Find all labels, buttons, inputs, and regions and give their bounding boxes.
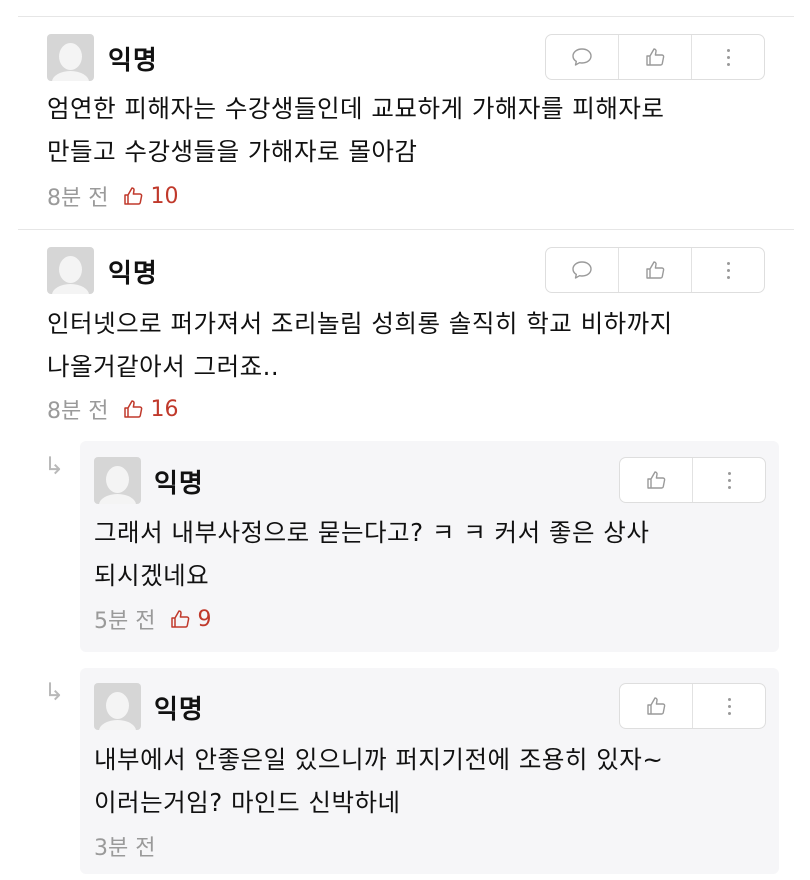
avatar[interactable]: [47, 247, 94, 294]
thumbs-up-icon: [647, 697, 666, 715]
more-button[interactable]: [691, 35, 764, 79]
comment: 익명 인터넷으로 퍼가져서 조리놀림 성희롱 솔직히 학교 비하까지 나올거같아…: [0, 230, 810, 435]
comment-icon: [572, 261, 592, 279]
comment-text-line: 되시겠네요: [94, 561, 210, 590]
like-count-value: 10: [150, 183, 179, 209]
like-button[interactable]: [618, 35, 691, 79]
comment-meta: 8분 전 16: [47, 393, 178, 425]
more-icon: [726, 48, 730, 66]
reply-button[interactable]: [546, 248, 618, 292]
like-button[interactable]: [620, 458, 692, 502]
reply-button[interactable]: [546, 35, 618, 79]
reply-arrow-icon: ↳: [44, 678, 65, 706]
thumbs-up-icon: [124, 400, 143, 418]
comment-author: 익명: [108, 46, 158, 76]
timestamp: 5분 전: [94, 609, 156, 634]
avatar[interactable]: [47, 34, 94, 81]
comment-meta: 5분 전 9: [94, 603, 211, 635]
comment-meta: 3분 전: [94, 830, 155, 862]
comment-text-line: 그래서 내부사정으로 묻는다고? ㅋ ㅋ 커서 좋은 상사: [94, 518, 650, 547]
thumbs-up-icon: [646, 48, 665, 66]
thumbs-up-icon: [646, 261, 665, 279]
more-icon: [727, 697, 731, 715]
comment-actions: [619, 457, 766, 503]
reply-comment: 익명 내부에서 안좋은일 있으니까 퍼지기전에 조용히 있자~ 이러는거임? 마…: [80, 668, 779, 874]
comment-text: 그래서 내부사정으로 묻는다고? ㅋ ㅋ 커서 좋은 상사 되시겠네요: [94, 511, 649, 597]
avatar[interactable]: [94, 457, 141, 504]
comment-text-line: 엄연한 피해자는 수강생들인데 교묘하게 가해자를 피해자로: [47, 94, 665, 123]
timestamp: 8분 전: [47, 399, 109, 424]
comment-text: 내부에서 안좋은일 있으니까 퍼지기전에 조용히 있자~ 이러는거임? 마인드 …: [94, 738, 663, 824]
comment: 익명 엄연한 피해자는 수강생들인데 교묘하게 가해자를 피해자로 만들고 수강…: [0, 0, 810, 228]
comment-author: 익명: [154, 695, 204, 725]
thumbs-up-icon: [124, 187, 143, 205]
like-count-value: 16: [150, 396, 179, 422]
comment-author: 익명: [108, 259, 158, 289]
comment-text: 인터넷으로 퍼가져서 조리놀림 성희롱 솔직히 학교 비하까지 나올거같아서 그…: [47, 302, 673, 388]
comment-actions: [619, 683, 766, 729]
like-count: 10: [122, 184, 178, 209]
like-button[interactable]: [618, 248, 691, 292]
comment-meta: 8분 전 10: [47, 180, 178, 212]
like-count: 16: [122, 397, 178, 422]
more-icon: [726, 261, 730, 279]
more-icon: [727, 471, 731, 489]
more-button[interactable]: [692, 458, 765, 502]
reply-comment: 익명 그래서 내부사정으로 묻는다고? ㅋ ㅋ 커서 좋은 상사 되시겠네요 5…: [80, 441, 779, 652]
more-button[interactable]: [692, 684, 765, 728]
comment-icon: [572, 48, 592, 66]
comment-actions: [545, 247, 765, 293]
timestamp: 3분 전: [94, 836, 156, 861]
like-count-value: 9: [197, 606, 212, 632]
avatar[interactable]: [94, 683, 141, 730]
comment-text-line: 만들고 수강생들을 가해자로 몰아감: [47, 137, 418, 166]
like-button[interactable]: [620, 684, 692, 728]
comment-author: 익명: [154, 469, 204, 499]
comment-text-line: 이러는거임? 마인드 신박하네: [94, 788, 401, 817]
comment-actions: [545, 34, 765, 80]
reply-arrow-icon: ↳: [44, 452, 65, 480]
thumbs-up-icon: [647, 471, 666, 489]
timestamp: 8분 전: [47, 186, 109, 211]
more-button[interactable]: [691, 248, 764, 292]
thumbs-up-icon: [171, 610, 190, 628]
comment-text: 엄연한 피해자는 수강생들인데 교묘하게 가해자를 피해자로 만들고 수강생들을…: [47, 87, 664, 173]
like-count: 9: [169, 607, 211, 632]
comment-text-line: 인터넷으로 퍼가져서 조리놀림 성희롱 솔직히 학교 비하까지: [47, 309, 673, 338]
comment-text-line: 나올거같아서 그러죠..: [47, 352, 280, 381]
comment-text-line: 내부에서 안좋은일 있으니까 퍼지기전에 조용히 있자~: [94, 745, 664, 774]
